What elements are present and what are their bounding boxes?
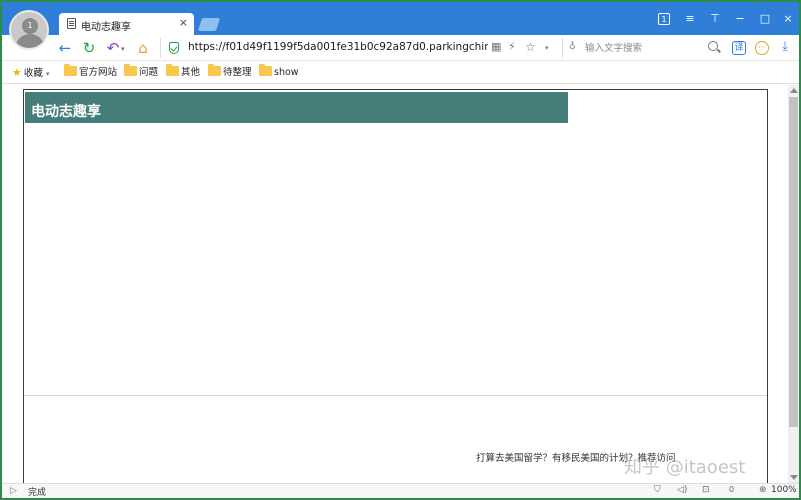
speed-mode-icon[interactable]: ⚡: [508, 40, 516, 53]
new-tab-button[interactable]: [197, 18, 221, 31]
ad-block-count[interactable]: 0: [729, 485, 734, 494]
bookmark-label: 待整理: [223, 67, 252, 78]
folder-icon: [208, 64, 221, 76]
shield-icon[interactable]: ⛉: [654, 485, 661, 495]
play-icon[interactable]: ▷: [10, 486, 17, 496]
navigation-bar: ← ↻ ↶ ▾ ⌂ https://f01d49f1199f5da001fe31…: [2, 35, 799, 61]
qr-code-icon[interactable]: ▦: [491, 40, 501, 53]
download-icon[interactable]: ⤓: [777, 39, 793, 55]
browser-window: 电动志趣享 × 1 ≡ ⊤ − □ × 1 ← ↻ ↶ ▾ ⌂ https://…: [0, 0, 801, 500]
content-divider: [24, 395, 767, 396]
folder-icon: [166, 64, 179, 76]
search-input[interactable]: [585, 40, 705, 56]
bookmark-label: 问题: [139, 67, 159, 78]
folder-icon: [259, 64, 272, 76]
bookmark-favorites-label: 收藏: [23, 68, 43, 79]
avatar-badge: 1: [27, 21, 33, 30]
window-box-icon[interactable]: 1: [658, 13, 670, 25]
url-text[interactable]: https://f01d49f1199f5da001fe31b0c92a87d0…: [188, 41, 488, 53]
home-icon[interactable]: ⌂: [134, 39, 152, 57]
refresh-icon[interactable]: ↻: [80, 39, 98, 57]
status-text: 完成: [28, 488, 47, 498]
search-icon[interactable]: [708, 41, 718, 51]
skin-icon[interactable]: ⊤: [708, 12, 722, 26]
page-icon: [67, 18, 76, 29]
site-header: 电动志趣享: [25, 92, 568, 123]
favorites-star-icon: ★: [12, 66, 22, 79]
tab-title: 电动志趣享: [81, 22, 131, 33]
folder-icon: [124, 64, 137, 76]
scroll-thumb[interactable]: [789, 97, 798, 427]
security-shield-icon[interactable]: [169, 42, 179, 54]
folder-icon: [64, 64, 77, 76]
title-bar: 电动志趣享 × 1 ≡ ⊤ − □ ×: [2, 2, 799, 35]
menu-icon[interactable]: ≡: [683, 12, 697, 26]
undo-dropdown-icon[interactable]: ▾: [121, 45, 125, 53]
address-dropdown-icon[interactable]: ▾: [545, 44, 549, 52]
bookmark-star-icon[interactable]: ☆: [525, 40, 536, 54]
favorites-dropdown-icon[interactable]: ▾: [46, 70, 50, 78]
bookmarks-bar: ★ 收藏 ▾ 官方网站 问题 其他 待整理 show: [2, 62, 799, 84]
status-bar: ▷ 完成 ⛉ ◁) ⊡ 0 ⊕ 100%: [2, 483, 799, 498]
tab-active[interactable]: 电动志趣享 ×: [59, 13, 194, 35]
bookmark-favorites[interactable]: ★ 收藏 ▾: [12, 66, 49, 80]
bag-icon[interactable]: ⊡: [702, 485, 710, 495]
minimize-button[interactable]: −: [733, 12, 747, 26]
page-frame: 电动志趣享 打算去美国留学？有移民美国的计划？推荐访问 知乎 @itaoest: [23, 89, 768, 483]
search-engine-icon[interactable]: ♁: [569, 42, 576, 52]
zoom-level[interactable]: 100%: [771, 485, 797, 495]
bookmark-item[interactable]: 问题: [124, 64, 159, 80]
bookmark-item[interactable]: show: [259, 64, 299, 80]
more-options-icon[interactable]: ···: [755, 41, 769, 55]
maximize-button[interactable]: □: [758, 12, 772, 26]
close-window-button[interactable]: ×: [781, 12, 795, 26]
page-content: 电动志趣享 打算去美国留学？有移民美国的计划？推荐访问 知乎 @itaoest: [2, 85, 788, 483]
bookmark-label: 其他: [181, 67, 201, 78]
bookmark-label: show: [274, 67, 299, 78]
user-avatar[interactable]: 1: [9, 10, 49, 50]
translate-icon[interactable]: 译: [732, 41, 746, 55]
avatar-body-icon: [15, 34, 45, 48]
watermark: 知乎 @itaoest: [624, 457, 746, 478]
bookmark-item[interactable]: 官方网站: [64, 64, 118, 80]
tab-close-icon[interactable]: ×: [179, 16, 188, 29]
scroll-up-arrow-icon[interactable]: [790, 88, 798, 93]
bookmark-item[interactable]: 其他: [166, 64, 201, 80]
bookmark-item[interactable]: 待整理: [208, 64, 252, 80]
address-bar[interactable]: https://f01d49f1199f5da001fe31b0c92a87d0…: [160, 38, 557, 58]
zoom-icon[interactable]: ⊕: [759, 485, 767, 495]
volume-icon[interactable]: ◁): [677, 485, 687, 495]
back-arrow-icon[interactable]: ←: [56, 39, 74, 57]
scroll-down-arrow-icon[interactable]: [790, 475, 798, 480]
bookmark-label: 官方网站: [79, 67, 118, 78]
search-box[interactable]: ♁: [562, 38, 720, 58]
undo-icon[interactable]: ↶: [104, 39, 122, 57]
vertical-scrollbar[interactable]: [788, 85, 799, 483]
site-title[interactable]: 电动志趣享: [31, 101, 101, 121]
